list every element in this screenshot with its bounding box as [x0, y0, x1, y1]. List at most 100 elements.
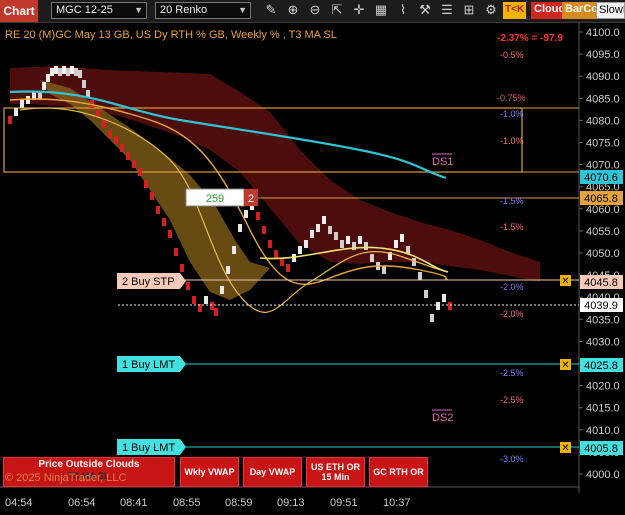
position-count: 2: [248, 193, 254, 205]
renko-brick: [78, 70, 82, 78]
renko-brick: [156, 206, 160, 214]
renko-brick: [232, 246, 236, 254]
renko-brick: [54, 66, 58, 74]
x-tick-label: 09:13: [277, 497, 305, 509]
percent-label: -1.5%: [500, 222, 524, 232]
svg-text:✕: ✕: [561, 443, 569, 454]
instrument-selector[interactable]: MGC 12-25 ▼: [51, 2, 147, 19]
renko-brick: [74, 68, 78, 76]
renko-brick: [244, 210, 248, 218]
list-icon[interactable]: ☰: [438, 2, 456, 19]
renko-brick: [430, 314, 434, 322]
renko-brick: [418, 272, 422, 280]
buy-limit-label-2: 1 Buy LMT: [122, 442, 175, 454]
renko-brick: [346, 236, 350, 244]
svg-text:4070.6: 4070.6: [584, 172, 618, 184]
price-outside-label: Price Outside Clouds: [38, 459, 140, 470]
renko-brick: [436, 302, 440, 310]
y-tick-label: 4055.0: [586, 226, 620, 238]
close-stop-icon[interactable]: ✕: [560, 275, 571, 287]
tk-indicator-button[interactable]: T<K: [503, 2, 527, 19]
bartype-value: 20 Renko: [160, 4, 208, 16]
renko-brick: [256, 212, 260, 220]
pnl-readout: -2.37% = -97.9: [497, 33, 563, 44]
renko-brick: [162, 218, 166, 226]
pointer-icon[interactable]: ⇱: [328, 2, 346, 19]
pencil-icon[interactable]: ✎: [262, 2, 280, 19]
renko-brick: [20, 100, 24, 108]
x-tick-label: 08:59: [225, 497, 253, 509]
y-tick-label: 4090.0: [586, 71, 620, 83]
renko-brick: [14, 108, 18, 116]
settings-icon[interactable]: ⚙: [482, 2, 500, 19]
close-limit-1-icon[interactable]: ✕: [560, 359, 571, 371]
position-flag[interactable]: 259 2: [185, 188, 258, 207]
renko-brick: [226, 266, 230, 274]
renko-brick: [328, 226, 332, 234]
layout-icon[interactable]: ⊞: [460, 2, 478, 19]
wkly-vwap-button[interactable]: Wkly VWAP: [180, 457, 239, 487]
buy-limit-flag-2[interactable]: 1 Buy LMT: [117, 439, 186, 455]
renko-brick: [238, 224, 242, 232]
slowm-button[interactable]: SlowM: [596, 2, 625, 19]
renko-brick: [364, 242, 368, 250]
svg-text:4005.8: 4005.8: [584, 443, 618, 455]
percent-label: -2.5%: [500, 368, 524, 378]
renko-brick: [192, 296, 196, 304]
percent-label: -2.0%: [500, 309, 524, 319]
cloud-bands: [10, 66, 540, 300]
renko-brick: [400, 234, 404, 242]
renko-brick: [8, 116, 12, 124]
renko-brick: [304, 240, 308, 248]
chart-toolbar: Chart MGC 12-25 ▼ 20 Renko ▼ ✎ ⊕ ⊖ ⇱ ✛ ▦…: [0, 0, 625, 23]
percent-label: -1.0%: [500, 109, 524, 119]
renko-brick: [448, 302, 452, 310]
renko-brick: [102, 120, 106, 128]
renko-brick: [66, 68, 70, 76]
position-qty: 259: [206, 193, 224, 205]
renko-brick: [108, 130, 112, 138]
renko-brick: [70, 66, 74, 74]
zoom-in-icon[interactable]: ⊕: [284, 2, 302, 19]
limit-1-price-tag: 4025.8: [580, 358, 623, 372]
bartype-selector[interactable]: 20 Renko ▼: [155, 2, 251, 19]
renko-brick: [204, 296, 208, 304]
renko-brick: [174, 248, 178, 256]
us-eth-or-button[interactable]: US ETH OR 15 Min: [306, 457, 365, 487]
chevron-down-icon: ▼: [238, 5, 247, 15]
renko-brick: [268, 240, 272, 248]
stop-order-flag[interactable]: 2 Buy STP: [117, 273, 186, 289]
crosshair-icon[interactable]: ✛: [350, 2, 368, 19]
tools-icon[interactable]: ⚒: [416, 2, 434, 19]
stop-order-label: 2 Buy STP: [122, 276, 175, 288]
renko-brick: [424, 290, 428, 298]
renko-brick: [114, 136, 118, 144]
zoom-out-icon[interactable]: ⊖: [306, 2, 324, 19]
grid-icon[interactable]: ▦: [372, 2, 390, 19]
limit-2-price-tag: 4005.8: [580, 441, 623, 455]
brush-icon[interactable]: ⌇: [394, 2, 412, 19]
day-vwap-button[interactable]: Day VWAP: [243, 457, 302, 487]
renko-brick: [262, 226, 266, 234]
renko-brick: [358, 236, 362, 244]
copyright-text: © 2025 NinjaTrader, LLC: [5, 472, 127, 484]
chevron-down-icon: ▼: [134, 5, 143, 15]
renko-brick: [82, 80, 86, 88]
buy-limit-flag-1[interactable]: 1 Buy LMT: [117, 356, 186, 372]
close-limit-2-icon[interactable]: ✕: [560, 442, 571, 454]
renko-brick: [382, 266, 386, 274]
svg-text:4065.8: 4065.8: [584, 193, 618, 205]
percent-label: -1.5%: [500, 196, 524, 206]
price-chart[interactable]: RE 20 (M)GC May 13 GB, US Dy RTH % GB, W…: [0, 22, 625, 515]
y-axis-ticks: 4100.0 4095.0 4090.0 4085.0 4080.0 4075.0 4070…: [579, 27, 620, 481]
renko-brick: [138, 168, 142, 176]
renko-brick: [412, 258, 416, 266]
renko-brick: [126, 152, 130, 160]
x-tick-label: 08:55: [173, 497, 201, 509]
y-tick-label: 4010.0: [586, 425, 620, 437]
renko-brick: [322, 216, 326, 224]
last-price-tag: 4039.9: [580, 298, 623, 312]
svg-text:4025.8: 4025.8: [584, 360, 618, 372]
chart-tab[interactable]: Chart: [0, 0, 38, 22]
gc-rth-or-button[interactable]: GC RTH OR: [369, 457, 428, 487]
